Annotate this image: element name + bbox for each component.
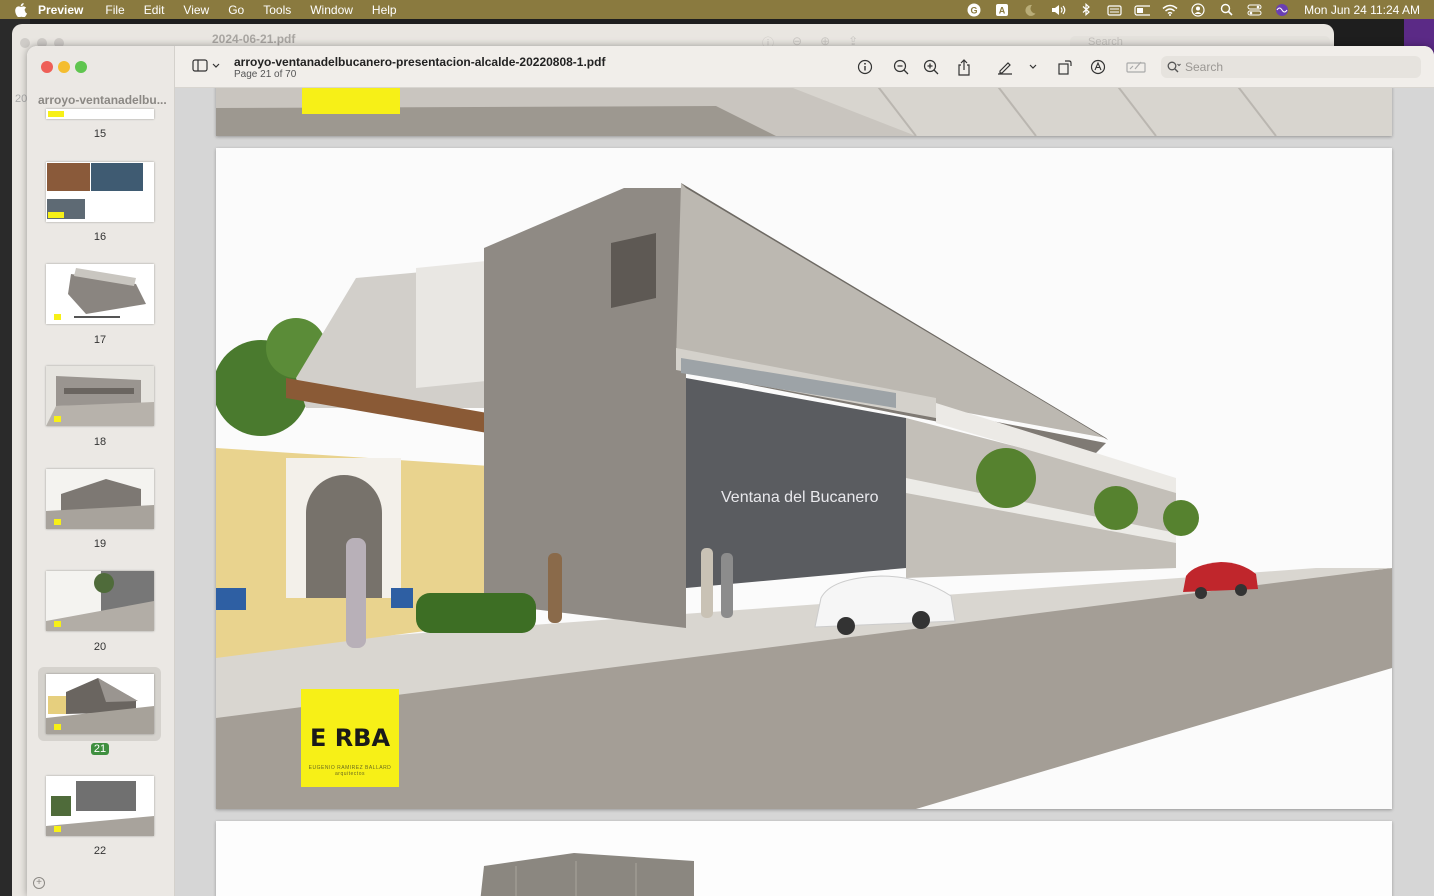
search-icon: [1167, 61, 1181, 73]
chevron-down-icon: [1029, 64, 1037, 69]
bluetooth-icon[interactable]: [1078, 3, 1094, 17]
page-20-render: [216, 88, 1392, 136]
bg-window-title: 2024-06-21.pdf: [212, 32, 296, 46]
thumbnail-label: 17: [93, 334, 107, 346]
svg-text:A: A: [999, 5, 1006, 15]
info-button[interactable]: [856, 58, 874, 76]
menu-view[interactable]: View: [183, 3, 209, 17]
selected-page-badge: 21: [90, 743, 110, 755]
markup-menu-button[interactable]: [1024, 58, 1042, 76]
zoom-out-icon: [893, 59, 909, 75]
grammarly-icon[interactable]: G: [966, 3, 982, 17]
thumbnail-page-15[interactable]: [46, 109, 154, 119]
menu-help[interactable]: Help: [372, 3, 397, 17]
document-view[interactable]: Ventana del Bucanero E RBA EUGENIO RAMIR…: [175, 88, 1434, 896]
battery-icon[interactable]: [1134, 3, 1151, 17]
spotlight-search-icon[interactable]: [1218, 3, 1234, 17]
logo-tagline: EUGENIO RAMIREZ BALLARD arquitectos: [308, 765, 392, 777]
add-page-icon[interactable]: +: [33, 877, 45, 889]
toolbar: arroyo-ventanadelbucanero-presentacion-a…: [175, 46, 1434, 88]
chevron-down-icon: [212, 63, 220, 68]
thumbnail-page-16[interactable]: [46, 162, 154, 222]
thumbnail-label: 22: [93, 845, 107, 857]
thumbnail-label: 16: [93, 231, 107, 243]
rotate-icon: [1058, 60, 1072, 75]
bg-sidebar-label: 20: [15, 93, 28, 105]
menu-edit[interactable]: Edit: [144, 3, 165, 17]
page-20: [216, 88, 1392, 136]
thumbnail-page-19[interactable]: [46, 469, 154, 529]
thumbnail-sidebar: arroyo-ventanadelbu... 15 16 17 18 19 20…: [27, 46, 175, 896]
menu-tools[interactable]: Tools: [263, 3, 291, 17]
close-button[interactable]: [41, 61, 53, 73]
zoom-in-button[interactable]: [922, 58, 940, 76]
menu-window[interactable]: Window: [310, 3, 353, 17]
volume-icon[interactable]: [1050, 3, 1066, 17]
thumbnail-page-20[interactable]: [46, 571, 154, 631]
preview-window: arroyo-ventanadelbu... 15 16 17 18 19 20…: [27, 46, 1434, 896]
thumbnail-page-21[interactable]: [46, 674, 154, 734]
thumbnail-page-18[interactable]: [46, 366, 154, 426]
moon-icon[interactable]: [1022, 3, 1038, 17]
page-21: Ventana del Bucanero E RBA EUGENIO RAMIR…: [216, 148, 1392, 809]
apple-menu-icon[interactable]: [14, 2, 28, 17]
search-field[interactable]: [1161, 56, 1421, 78]
thumbnail-page-17[interactable]: [46, 264, 154, 324]
menu-go[interactable]: Go: [228, 3, 244, 17]
info-icon: [857, 59, 873, 75]
sidebar-toggle-button[interactable]: [192, 59, 220, 72]
share-button[interactable]: [955, 58, 973, 76]
menu-clock[interactable]: Mon Jun 24 11:24 AM: [1304, 3, 1420, 17]
thumbnail-label: 20: [93, 641, 107, 653]
thumbnail-label-selected: 21: [27, 743, 173, 755]
search-input[interactable]: [1185, 60, 1415, 74]
zoom-in-icon: [923, 59, 939, 75]
sidebar-document-title: arroyo-ventanadelbu...: [38, 93, 167, 107]
page-22: [216, 821, 1392, 896]
logo-text: E RBA: [309, 724, 391, 752]
form-fill-button[interactable]: [1125, 58, 1147, 76]
page-22-render: [216, 821, 1392, 896]
zoom-out-button[interactable]: [892, 58, 910, 76]
erba-logo: E RBA EUGENIO RAMIREZ BALLARD arquitecto…: [301, 689, 399, 787]
building-sign-text: Ventana del Bucanero: [721, 489, 879, 506]
pen-tip-icon: [1090, 59, 1106, 75]
text-input-icon[interactable]: A: [994, 3, 1010, 17]
thumbnail-label: 15: [93, 128, 107, 140]
annotate-button[interactable]: [1089, 58, 1107, 76]
form-icon: [1126, 61, 1146, 73]
wifi-icon[interactable]: [1162, 3, 1178, 17]
thumbnail-label: 19: [93, 538, 107, 550]
rotate-button[interactable]: [1056, 58, 1074, 76]
menu-file[interactable]: File: [105, 3, 124, 17]
thumbnail-label: 18: [93, 436, 107, 448]
menu-app-name[interactable]: Preview: [38, 3, 83, 17]
pencil-icon: [998, 62, 1012, 75]
siri-icon[interactable]: [1274, 3, 1290, 17]
menu-bar: Preview File Edit View Go Tools Window H…: [0, 0, 1434, 19]
zoom-button[interactable]: [75, 61, 87, 73]
thumbnail-page-22[interactable]: [46, 776, 154, 836]
markup-button[interactable]: [996, 58, 1014, 76]
page-indicator: Page 21 of 70: [234, 69, 297, 80]
document-title: arroyo-ventanadelbucanero-presentacion-a…: [234, 55, 606, 69]
sidebar-icon: [192, 59, 208, 72]
svg-text:G: G: [971, 5, 978, 15]
user-icon[interactable]: [1190, 2, 1206, 17]
control-center-icon[interactable]: [1246, 3, 1262, 17]
share-icon: [958, 58, 970, 76]
minimize-button[interactable]: [58, 61, 70, 73]
keyboard-icon[interactable]: [1106, 3, 1122, 17]
